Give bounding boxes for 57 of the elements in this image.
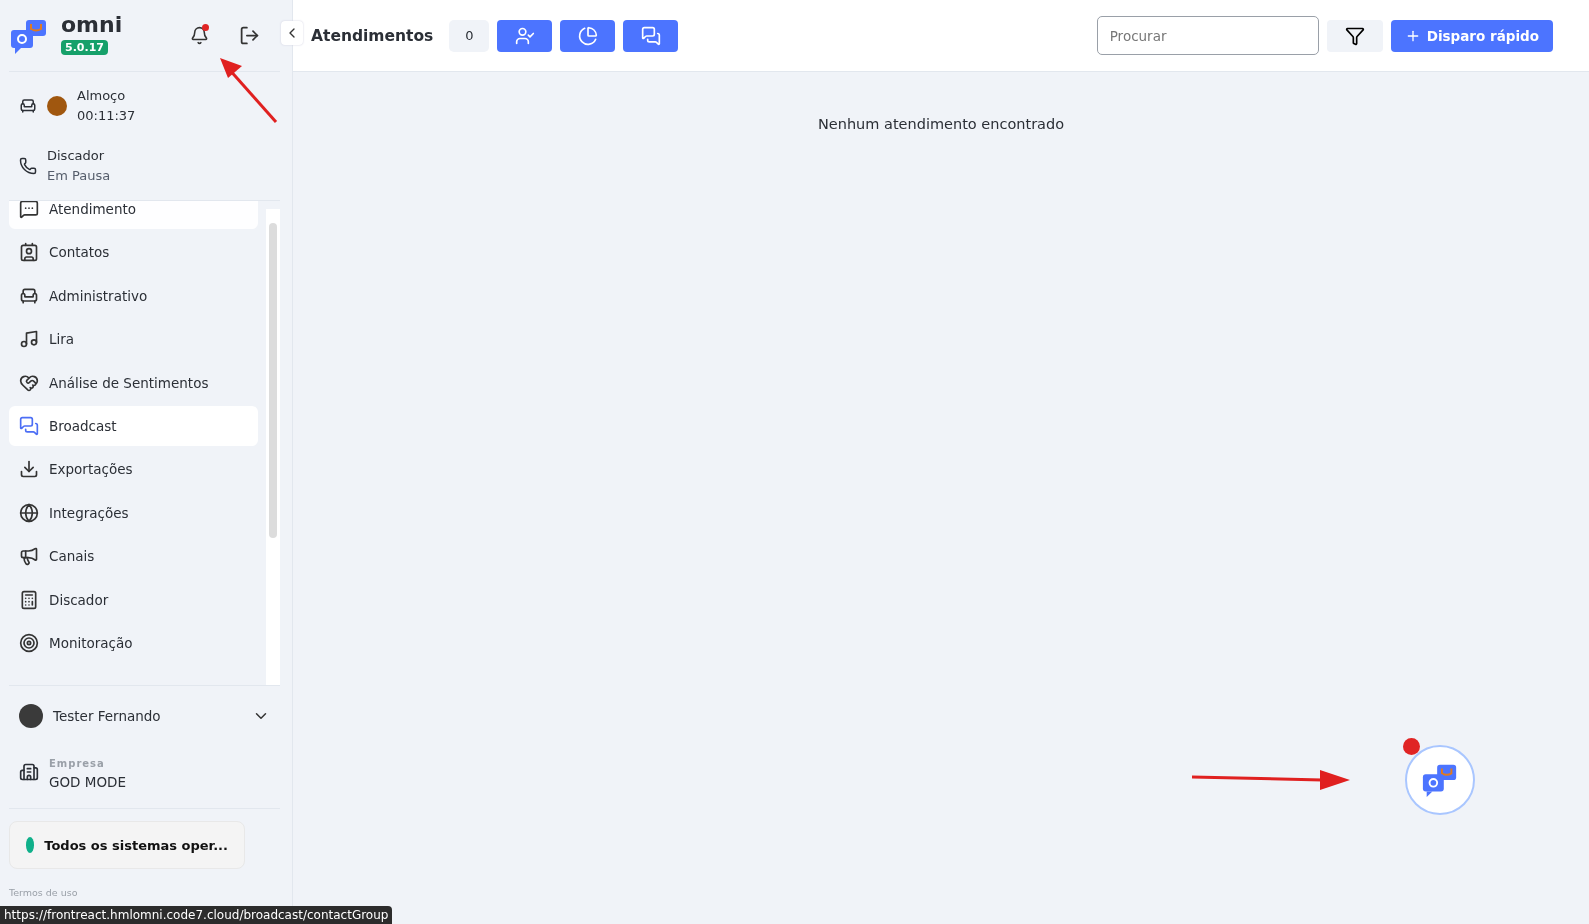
building-icon	[19, 762, 39, 782]
status-label: Almoço	[77, 87, 127, 105]
target-icon	[19, 632, 39, 653]
menu-item[interactable]: Integrações	[9, 492, 258, 533]
menu-item[interactable]: Canais	[9, 536, 258, 577]
bell-icon	[190, 26, 209, 45]
menu-item[interactable]: Lira	[9, 319, 258, 360]
search-field[interactable]: Procurar	[1096, 16, 1319, 55]
menu-item[interactable]: Monitoração	[9, 622, 258, 663]
user-name: Tester Fernando	[53, 708, 161, 724]
status-timer: 00:11:37	[77, 107, 136, 125]
logout-button[interactable]	[239, 25, 260, 46]
filter-button[interactable]	[1326, 19, 1383, 52]
version-badge: 5.0.17	[61, 40, 108, 55]
megaphone-icon	[19, 546, 39, 567]
pie-chart-icon	[577, 25, 598, 46]
globe-icon	[19, 502, 39, 523]
filter-icon	[1344, 25, 1365, 46]
user-check-icon	[514, 25, 535, 46]
menu-item[interactable]: Discador	[9, 579, 258, 620]
notifications-button[interactable]	[190, 26, 209, 45]
assigned-filter-button[interactable]	[497, 19, 553, 52]
menu-item[interactable]: Broadcast	[9, 405, 258, 446]
brand-name: omni	[61, 13, 123, 37]
menu-item[interactable]: Análise de Sentimentos	[9, 362, 258, 403]
contact-card-icon	[19, 242, 39, 263]
chat-bubbles-icon	[640, 25, 661, 46]
user-avatar	[19, 704, 43, 728]
menu-item[interactable]: Contatos	[9, 232, 258, 273]
collapse-sidebar-button[interactable]	[281, 20, 303, 45]
logout-icon	[239, 25, 260, 46]
system-status-card[interactable]: Todos os sistemas oper...	[9, 821, 245, 869]
annotation-arrow	[218, 56, 280, 124]
company-name: GOD MODE	[49, 774, 126, 790]
page-title: Atendimentos	[311, 26, 434, 45]
dialer-label: Discador	[47, 147, 106, 165]
chat-bubbles-icon	[19, 415, 39, 436]
empty-message: Nenhum atendimento encontrado	[816, 116, 1066, 132]
chair-icon	[19, 97, 37, 115]
phone-icon	[19, 157, 37, 175]
calculator-icon	[19, 589, 39, 610]
system-status-text: Todos os sistemas oper...	[44, 837, 228, 853]
quick-send-button[interactable]: Disparo rápido	[1390, 19, 1553, 52]
download-icon	[19, 459, 39, 480]
company-caption: Empresa	[49, 757, 106, 771]
menu-item[interactable]: Administrativo	[9, 275, 258, 316]
menu-item[interactable]: Atendimento	[9, 201, 258, 229]
music-icon	[19, 329, 39, 350]
scrollbar[interactable]	[266, 209, 280, 685]
dialer-state: Em Pausa	[47, 167, 111, 185]
chart-button[interactable]	[560, 19, 616, 52]
count-badge: 0	[449, 19, 490, 52]
heart-handshake-icon	[19, 372, 39, 393]
status-url: https://frontreact.hmlomni.code7.cloud/broadcast/contactGroup	[0, 906, 393, 924]
menu-item[interactable]: Exportações	[9, 449, 258, 490]
chat-icon	[19, 201, 39, 219]
messages-button[interactable]	[623, 19, 679, 52]
